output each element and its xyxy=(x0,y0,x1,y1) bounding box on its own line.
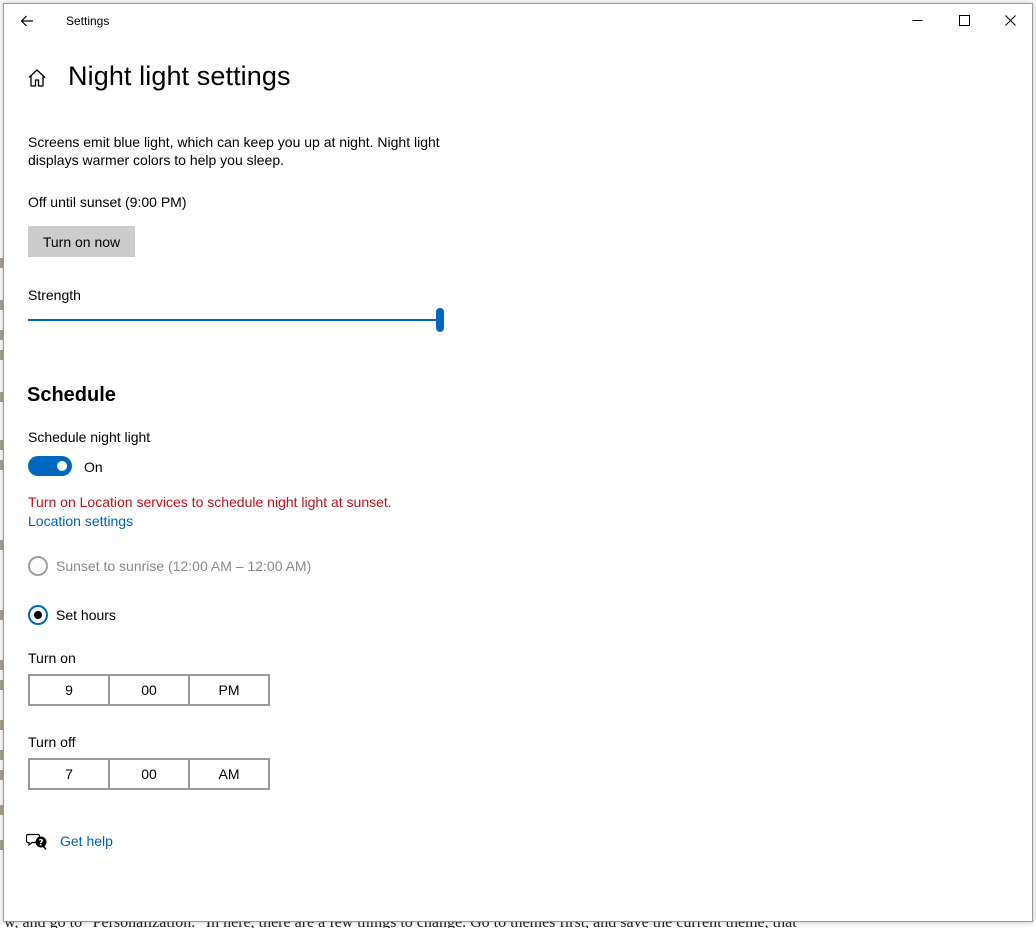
turn-on-period[interactable]: PM xyxy=(188,676,268,704)
slider-fill xyxy=(28,319,444,321)
back-button[interactable] xyxy=(12,6,42,36)
maximize-icon xyxy=(958,15,970,26)
strength-label: Strength xyxy=(28,287,81,303)
window-title: Settings xyxy=(66,14,110,28)
set-hours-radio[interactable] xyxy=(28,605,48,625)
slider-thumb[interactable] xyxy=(436,308,444,332)
close-icon xyxy=(1004,15,1016,26)
schedule-toggle[interactable] xyxy=(28,456,72,476)
schedule-heading: Schedule xyxy=(27,384,116,406)
toggle-knob xyxy=(57,461,67,471)
home-button[interactable] xyxy=(26,67,48,89)
home-icon xyxy=(28,69,46,87)
turn-off-period[interactable]: AM xyxy=(188,760,268,788)
turn-on-hour[interactable]: 9 xyxy=(30,676,108,704)
maximize-button[interactable] xyxy=(941,4,987,37)
turn-on-minute[interactable]: 00 xyxy=(108,676,188,704)
svg-text:?: ? xyxy=(39,838,44,848)
turn-off-label: Turn off xyxy=(28,734,76,750)
turn-on-time-picker[interactable]: 9 00 PM xyxy=(28,674,270,706)
sunset-to-sunrise-radio[interactable] xyxy=(28,556,48,576)
close-button[interactable] xyxy=(987,4,1032,37)
night-light-description: Screens emit blue light, which can keep … xyxy=(28,134,440,168)
chat-help-icon: ? xyxy=(25,833,47,850)
night-light-status: Off until sunset (9:00 PM) xyxy=(28,194,187,210)
turn-off-minute[interactable]: 00 xyxy=(108,760,188,788)
settings-window: Settings Night light settings Screens em… xyxy=(3,3,1033,922)
sunset-to-sunrise-label[interactable]: Sunset to sunrise (12:00 AM – 12:00 AM) xyxy=(56,558,311,574)
turn-off-time-picker[interactable]: 7 00 AM xyxy=(28,758,270,790)
arrow-left-icon xyxy=(20,15,33,27)
minimize-button[interactable] xyxy=(894,4,940,37)
turn-on-now-button[interactable]: Turn on now xyxy=(28,226,135,257)
turn-on-label: Turn on xyxy=(28,650,76,666)
radio-selected-dot xyxy=(34,611,42,619)
title-bar: Settings xyxy=(4,4,1032,37)
get-help-link[interactable]: Get help xyxy=(60,833,113,849)
page-title: Night light settings xyxy=(68,61,291,91)
minimize-icon xyxy=(912,20,922,21)
location-warning: Turn on Location services to schedule ni… xyxy=(28,494,392,510)
set-hours-label[interactable]: Set hours xyxy=(56,607,116,623)
turn-off-hour[interactable]: 7 xyxy=(30,760,108,788)
strength-slider[interactable] xyxy=(28,308,444,332)
location-settings-link[interactable]: Location settings xyxy=(28,513,133,529)
toggle-state-text: On xyxy=(84,459,103,475)
get-help-button[interactable]: ? xyxy=(25,831,48,851)
schedule-night-light-label: Schedule night light xyxy=(28,429,151,445)
